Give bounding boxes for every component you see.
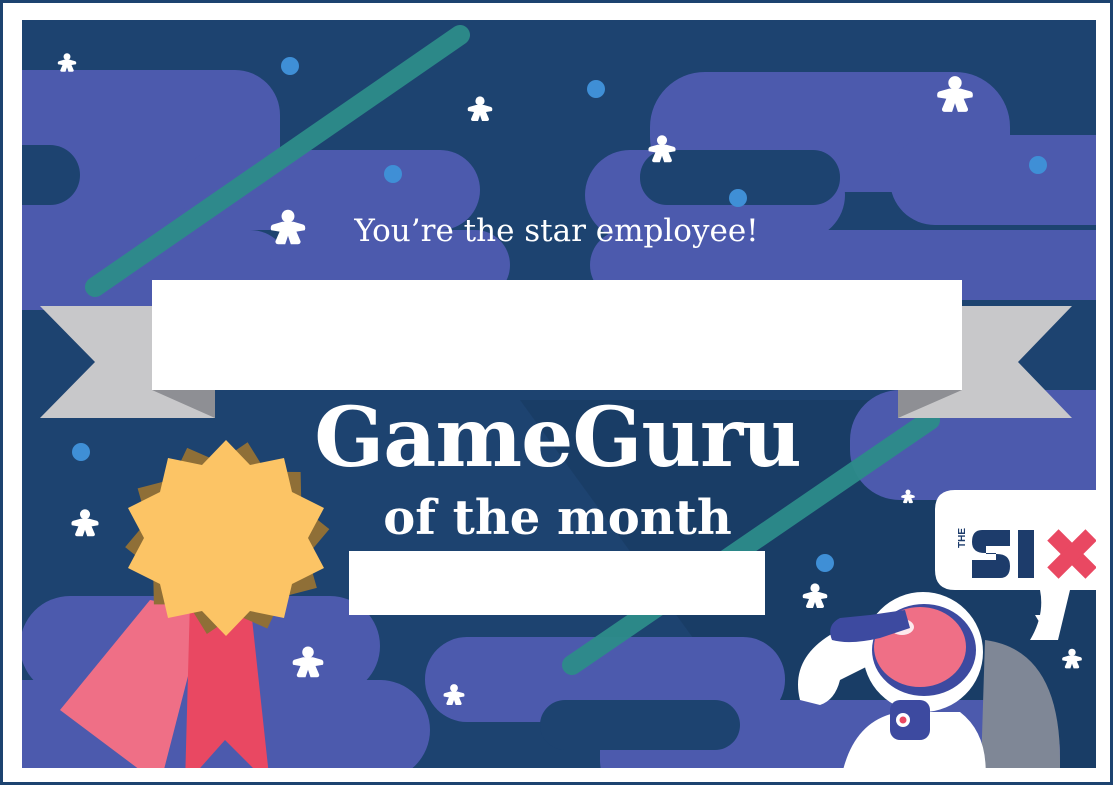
award-subtitle: of the month (383, 490, 732, 546)
svg-text:THE: THE (957, 528, 968, 548)
tagline: You’re the star employee! (354, 213, 759, 249)
certificate: THE You’re the star employee! GameGuru o… (0, 0, 1113, 785)
month-field[interactable] (349, 551, 765, 615)
award-title: GameGuru (314, 390, 802, 486)
employee-name-field[interactable] (152, 280, 962, 390)
